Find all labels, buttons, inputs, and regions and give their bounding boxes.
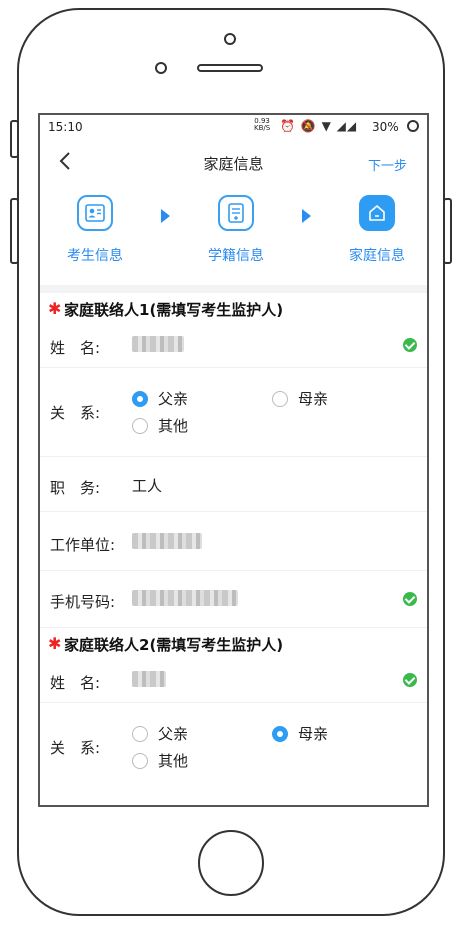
app-screen: 15:10 0.93 KB/S ⏰ 🔕 ▼ ◢◢ 30% 家庭信息 下一步 考生… [38,113,429,807]
battery-icon [407,120,419,132]
relation-label: 关 系: [50,739,101,757]
signal-icon: ◢◢ [336,119,358,133]
relation-option-father[interactable]: 父亲 [132,723,188,744]
valid-check-icon [403,592,417,606]
step-school-record[interactable]: 学籍信息 [196,195,276,265]
home-icon [359,195,395,231]
step-label: 学籍信息 [208,248,264,264]
relation-option-mother[interactable]: 母亲 [272,388,328,409]
battery-percent: 30% [372,120,399,134]
name-value-blurred [132,336,184,356]
employer-value-blurred [132,533,202,553]
contact2-header: ✱ 家庭联络人2(需填写考生监护人) [48,634,284,654]
contact1-job-row[interactable]: 职 务: 工人 [40,457,427,512]
power-button [443,198,452,264]
contact1-name-row[interactable]: 姓 名: [40,323,427,368]
phone-label: 手机号码: [50,593,116,611]
relation-option-father[interactable]: 父亲 [132,388,188,409]
front-camera [224,33,236,45]
home-button[interactable] [198,830,264,896]
student-card-icon [77,195,113,231]
contact1-employer-row[interactable]: 工作单位: [40,512,427,571]
contact1-phone-row[interactable]: 手机号码: [40,571,427,628]
record-icon [218,195,254,231]
job-label: 职 务: [50,479,101,497]
volume-button [10,198,19,264]
name-value-blurred [132,671,166,691]
relation-label: 关 系: [50,404,101,422]
relation-option-mother[interactable]: 母亲 [272,723,328,744]
valid-check-icon [403,673,417,687]
step-arrow-icon [302,209,311,223]
contact2-relation-row: 关 系: 父亲 母亲 其他 [40,703,427,791]
step-arrow-icon [161,209,170,223]
name-label: 姓 名: [50,674,101,692]
name-label: 姓 名: [50,339,101,357]
section-divider [40,285,427,293]
mute-switch [10,120,19,158]
step-label: 考生信息 [67,248,123,264]
step-student-info[interactable]: 考生信息 [55,195,135,265]
contact2-name-row[interactable]: 姓 名: [40,658,427,703]
sensor [155,62,167,74]
required-star-icon: ✱ [48,634,62,653]
nav-bar: 家庭信息 下一步 [40,141,427,183]
step-family-info[interactable]: 家庭信息 [337,195,417,265]
required-star-icon: ✱ [48,299,62,318]
mute-icon: 🔕 [300,119,317,133]
contact1-header: ✱ 家庭联络人1(需填写考生监护人) [48,299,284,319]
alarm-icon: ⏰ [280,119,296,133]
network-rate: 0.93 KB/S [254,117,271,132]
status-icons: ⏰ 🔕 ▼ ◢◢ [280,119,357,133]
relation-option-other[interactable]: 其他 [132,750,188,771]
progress-steps: 考生信息 学籍信息 家庭信息 [40,183,427,285]
wifi-icon: ▼ [321,119,332,133]
status-bar: 15:10 0.93 KB/S ⏰ 🔕 ▼ ◢◢ 30% [40,115,427,141]
valid-check-icon [403,338,417,352]
phone-value-blurred [132,590,238,610]
earpiece-speaker [197,64,263,72]
contact1-relation-row: 关 系: 父亲 母亲 其他 [40,368,427,457]
next-step-button[interactable]: 下一步 [368,155,407,174]
employer-label: 工作单位: [50,536,116,554]
relation-option-other[interactable]: 其他 [132,415,188,436]
status-time: 15:10 [48,120,83,134]
job-value: 工人 [132,477,163,495]
step-label: 家庭信息 [349,248,405,264]
